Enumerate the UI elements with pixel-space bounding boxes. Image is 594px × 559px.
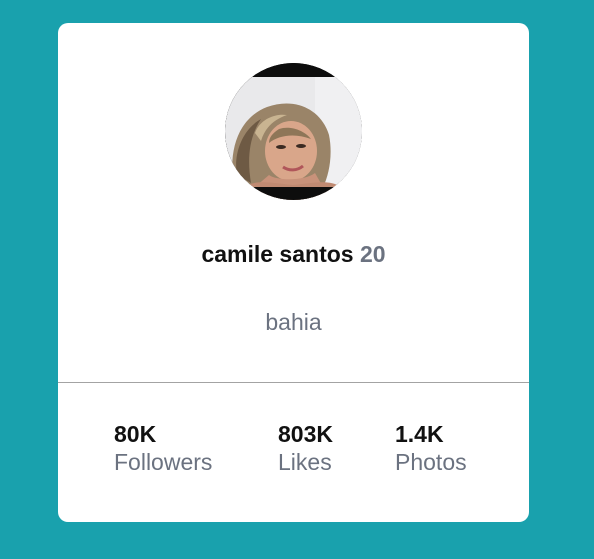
profile-location: bahia xyxy=(265,309,322,335)
stat-likes: 803K Likes xyxy=(278,420,333,476)
divider xyxy=(58,382,529,383)
stat-followers-label: Followers xyxy=(114,449,213,475)
profile-age: 20 xyxy=(359,241,386,267)
avatar-image xyxy=(225,63,362,200)
stat-photos: 1.4K Photos xyxy=(395,420,467,476)
stat-followers: 80K Followers xyxy=(114,420,212,476)
stat-likes-value: 803K xyxy=(278,421,333,447)
stat-likes-label: Likes xyxy=(278,449,332,475)
profile-card: camile santos 20 bahia 80K Followers 803… xyxy=(58,23,529,522)
profile-name: camile santos xyxy=(201,241,354,267)
stat-photos-label: Photos xyxy=(395,449,467,475)
stat-photos-value: 1.4K xyxy=(395,421,444,447)
stat-followers-value: 80K xyxy=(114,421,157,447)
profile-name-line: camile santos 20 xyxy=(58,240,529,268)
avatar[interactable] xyxy=(225,63,362,200)
